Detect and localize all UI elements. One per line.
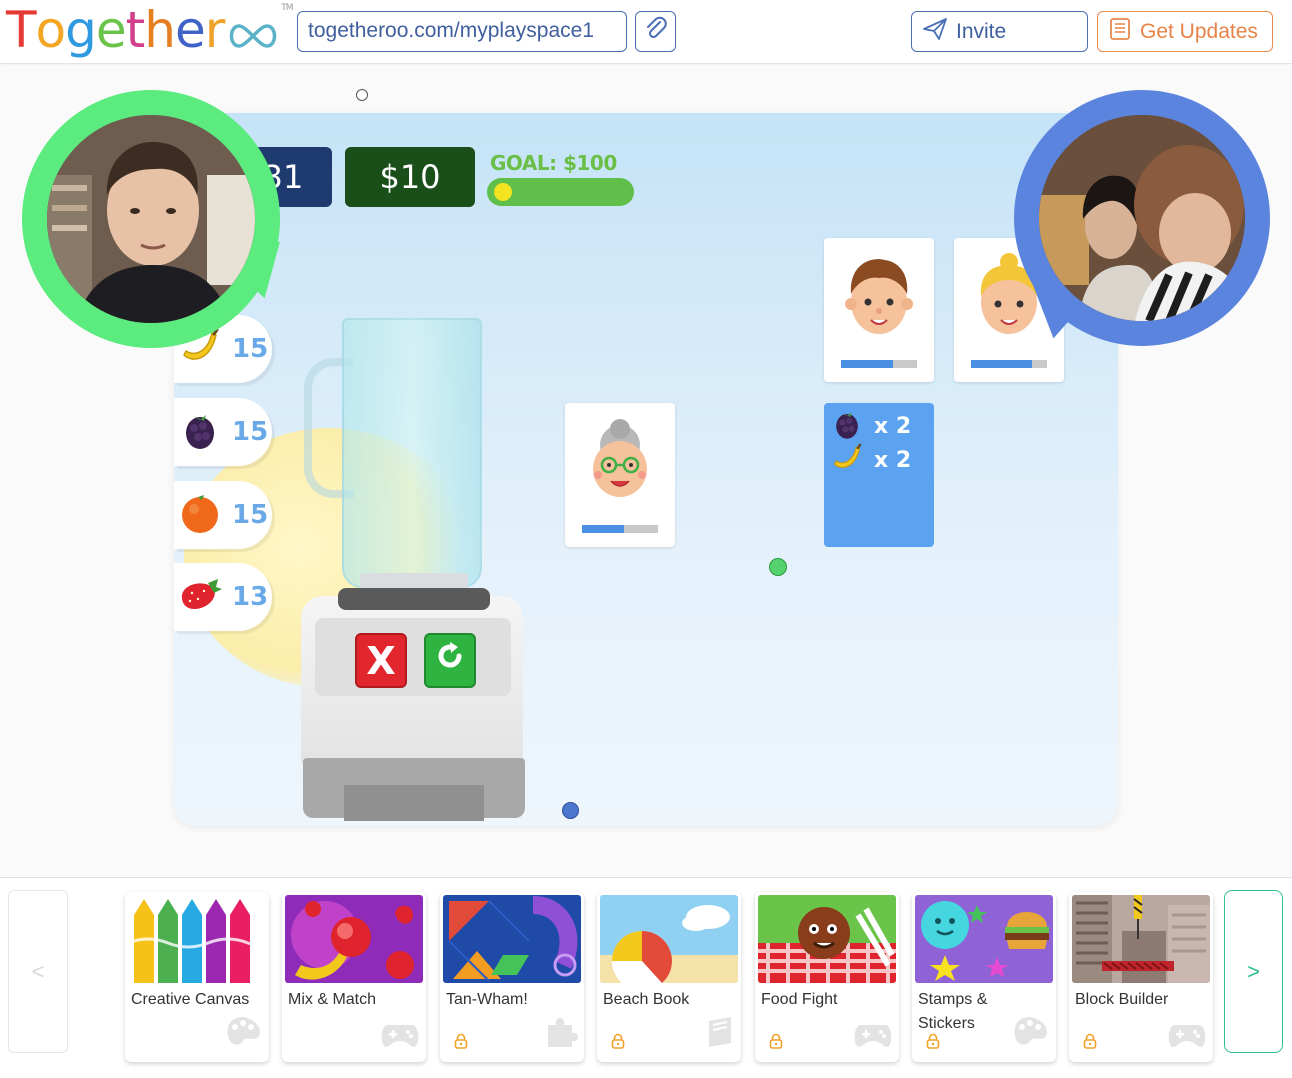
get-updates-button[interactable]: Get Updates <box>1097 11 1273 52</box>
blackberry-icon <box>178 408 222 457</box>
palette-icon <box>223 1015 263 1054</box>
patience-bar <box>582 525 658 533</box>
fruit-bin-strawberry[interactable]: 13 <box>174 563 272 631</box>
logo-letter: g <box>65 1 97 59</box>
game-tile-title: Food Fight <box>761 991 838 1008</box>
remote-cursor-marker <box>356 89 368 101</box>
redo-blend-button[interactable] <box>424 633 476 688</box>
logo-letter: t <box>125 1 146 59</box>
copy-link-button[interactable] <box>635 11 676 52</box>
patience-bar <box>971 360 1047 368</box>
fruit-quantity: 15 <box>232 417 269 447</box>
patience-fill <box>582 525 624 533</box>
order-quantity: x 2 <box>874 414 912 439</box>
blender-control-panel <box>315 618 511 696</box>
refresh-icon <box>433 639 467 682</box>
grandma-face-icon <box>580 415 660 510</box>
lock-icon <box>611 1033 625 1054</box>
gamepad-icon <box>1167 1021 1207 1054</box>
game-tile-title: Block Builder <box>1075 991 1169 1008</box>
lock-icon <box>454 1033 468 1054</box>
game-tile-mix-and-match[interactable]: Mix & Match <box>282 892 426 1062</box>
crayons-thumbnail <box>128 895 266 983</box>
invite-button[interactable]: Invite <box>911 11 1088 52</box>
goal-progress-fill <box>494 183 512 201</box>
fruit-quantity: 13 <box>232 582 269 612</box>
lock-icon <box>769 1033 783 1054</box>
customer-card-grandma[interactable] <box>565 403 675 547</box>
trademark-mark: TM <box>281 3 293 13</box>
banana-icon <box>830 441 864 480</box>
remote-cursor-blue <box>562 802 579 819</box>
tray-prev-button[interactable]: < <box>8 890 68 1053</box>
game-tile-block-builder[interactable]: Block Builder <box>1069 892 1213 1062</box>
remote-video-feed <box>1039 115 1245 321</box>
lock-icon <box>1083 1033 1097 1054</box>
logo-infinity-icon <box>225 4 281 64</box>
togetheroo-logo[interactable]: Together TM <box>6 0 294 64</box>
game-tile-tan-wham[interactable]: Tan-Wham! <box>440 892 584 1062</box>
goal-progress-bar <box>487 178 634 206</box>
blender-jar[interactable] <box>342 318 482 588</box>
game-tile-creative-canvas[interactable]: Creative Canvas <box>125 892 269 1062</box>
top-bar: Together TM togetheroo.com/myplayspace1 I… <box>0 0 1292 64</box>
beach-ball-thumbnail <box>600 895 738 983</box>
fruit-bin-blackberry[interactable]: 15 <box>174 398 272 466</box>
book-icon <box>705 1015 735 1054</box>
fruit-quantity: 15 <box>232 334 269 364</box>
logo-letter: r <box>204 1 226 59</box>
order-quantity: x 2 <box>874 448 912 473</box>
paperclip-icon <box>643 16 669 47</box>
game-tile-title: Mix & Match <box>288 991 377 1008</box>
logo-letter: h <box>144 1 176 59</box>
patience-fill <box>971 360 1032 368</box>
mix-and-match-game[interactable]: 31 $10 GOAL: $100 15 15 15 13 X x 2 x 2 <box>174 113 1118 826</box>
logo-letter: o <box>35 1 67 59</box>
smoothie-order-card: x 2 x 2 <box>824 403 934 547</box>
boy-face-icon <box>839 250 919 345</box>
game-tile-stamps-and-stickers[interactable]: Stamps & Stickers <box>912 892 1056 1062</box>
orange-icon <box>178 491 222 540</box>
blender-seal <box>338 588 490 610</box>
meatball-thumbnail <box>758 895 896 983</box>
game-tile-beach-book[interactable]: Beach Book <box>597 892 741 1062</box>
customer-card-boy[interactable] <box>824 238 934 382</box>
fruit-bin-orange[interactable]: 15 <box>174 481 272 549</box>
construction-thumbnail <box>1072 895 1210 983</box>
gamepad-icon <box>380 1021 420 1054</box>
paper-plane-icon <box>922 17 948 47</box>
remote-cursor-green <box>769 558 787 576</box>
fruit-splash-thumbnail <box>285 895 423 983</box>
patience-fill <box>841 360 893 368</box>
logo-letter: e <box>95 1 127 59</box>
playspace-url-field[interactable]: togetheroo.com/myplayspace1 <box>297 11 627 52</box>
order-line: x 2 <box>830 441 911 480</box>
logo-letter: e <box>174 1 206 59</box>
game-tile-food-fight[interactable]: Food Fight <box>755 892 899 1062</box>
logo-letter: T <box>6 1 37 59</box>
newspaper-icon <box>1108 17 1132 47</box>
puzzle-icon <box>544 1015 578 1054</box>
patience-bar <box>841 360 917 368</box>
tangram-thumbnail <box>443 895 581 983</box>
stickers-thumbnail <box>915 895 1053 983</box>
cancel-blend-button[interactable]: X <box>355 633 407 688</box>
palette-icon <box>1010 1015 1050 1054</box>
get-updates-label: Get Updates <box>1140 19 1258 43</box>
strawberry-icon <box>178 575 222 620</box>
lock-icon <box>926 1033 940 1054</box>
game-tile-title: Beach Book <box>603 991 690 1008</box>
goal-label: GOAL: $100 <box>490 151 617 175</box>
blender-foot-shadow <box>344 785 484 821</box>
local-video-feed <box>47 115 255 323</box>
gamepad-icon <box>853 1021 893 1054</box>
fruit-quantity: 15 <box>232 500 269 530</box>
game-tile-title: Tan-Wham! <box>446 991 528 1008</box>
invite-label: Invite <box>956 19 1007 43</box>
game-tile-title: Creative Canvas <box>131 991 250 1008</box>
tray-next-button[interactable]: > <box>1224 890 1283 1053</box>
money-display: $10 <box>345 147 475 207</box>
